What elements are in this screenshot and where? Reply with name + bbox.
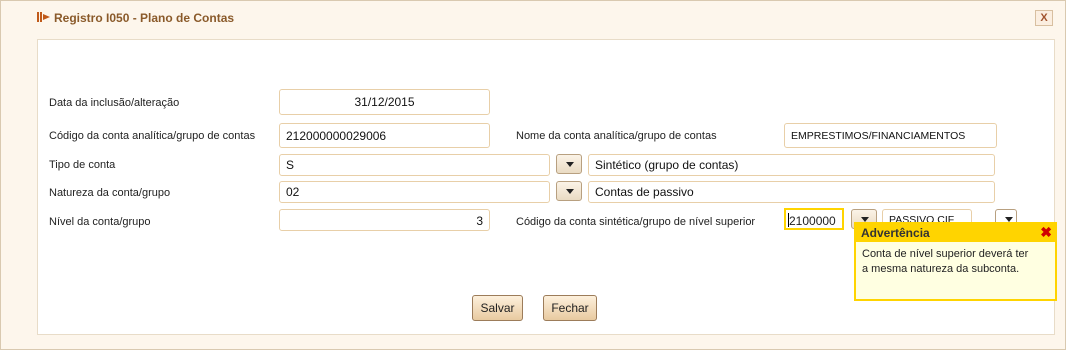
tipo-conta-description: Sintético (grupo de contas) bbox=[588, 154, 995, 176]
codigo-conta-label: Código da conta analítica/grupo de conta… bbox=[49, 130, 256, 142]
dialog-window: Registro I050 - Plano de Contas X Data d… bbox=[0, 0, 1066, 350]
warning-message: Conta de nível superior deverá ter a mes… bbox=[856, 242, 1055, 282]
warning-title: Advertência bbox=[861, 226, 930, 240]
data-inclusao-field[interactable]: 31/12/2015 bbox=[279, 89, 490, 115]
title-bar: Registro I050 - Plano de Contas X bbox=[1, 1, 1065, 35]
natureza-label: Natureza da conta/grupo bbox=[49, 187, 171, 199]
app-icon bbox=[37, 12, 50, 22]
warning-header: Advertência ✖ bbox=[856, 224, 1055, 242]
conta-superior-field[interactable]: 2100000 bbox=[784, 208, 844, 230]
nome-conta-field[interactable]: EMPRESTIMOS/FINANCIAMENTOS bbox=[784, 123, 997, 148]
nome-conta-label: Nome da conta analítica/grupo de contas bbox=[516, 130, 717, 142]
codigo-conta-field[interactable]: 212000000029006 bbox=[279, 123, 490, 148]
tipo-conta-label: Tipo de conta bbox=[49, 159, 116, 171]
warning-close-icon[interactable]: ✖ bbox=[1040, 225, 1052, 239]
natureza-description: Contas de passivo bbox=[588, 181, 995, 203]
save-button[interactable]: Salvar bbox=[472, 295, 523, 321]
conta-superior-value: 2100000 bbox=[789, 214, 836, 228]
conta-superior-label: Código da conta sintética/grupo de nível… bbox=[516, 216, 756, 228]
close-button[interactable]: Fechar bbox=[543, 295, 597, 321]
close-window-button[interactable]: X bbox=[1035, 10, 1053, 26]
window-title: Registro I050 - Plano de Contas bbox=[54, 11, 235, 25]
nivel-field[interactable]: 3 bbox=[279, 209, 490, 231]
tipo-conta-dropdown-button[interactable] bbox=[556, 154, 582, 174]
warning-tooltip: Advertência ✖ Conta de nível superior de… bbox=[854, 222, 1057, 301]
tipo-conta-code-field[interactable]: S bbox=[279, 154, 550, 176]
warning-message-line2: a mesma natureza da subconta. bbox=[862, 263, 1020, 275]
data-inclusao-label: Data da inclusão/alteração bbox=[49, 97, 180, 109]
natureza-code-field[interactable]: 02 bbox=[279, 181, 550, 203]
nivel-label: Nível da conta/grupo bbox=[49, 216, 151, 228]
warning-message-line1: Conta de nível superior deverá ter bbox=[862, 248, 1029, 260]
natureza-dropdown-button[interactable] bbox=[556, 181, 582, 201]
